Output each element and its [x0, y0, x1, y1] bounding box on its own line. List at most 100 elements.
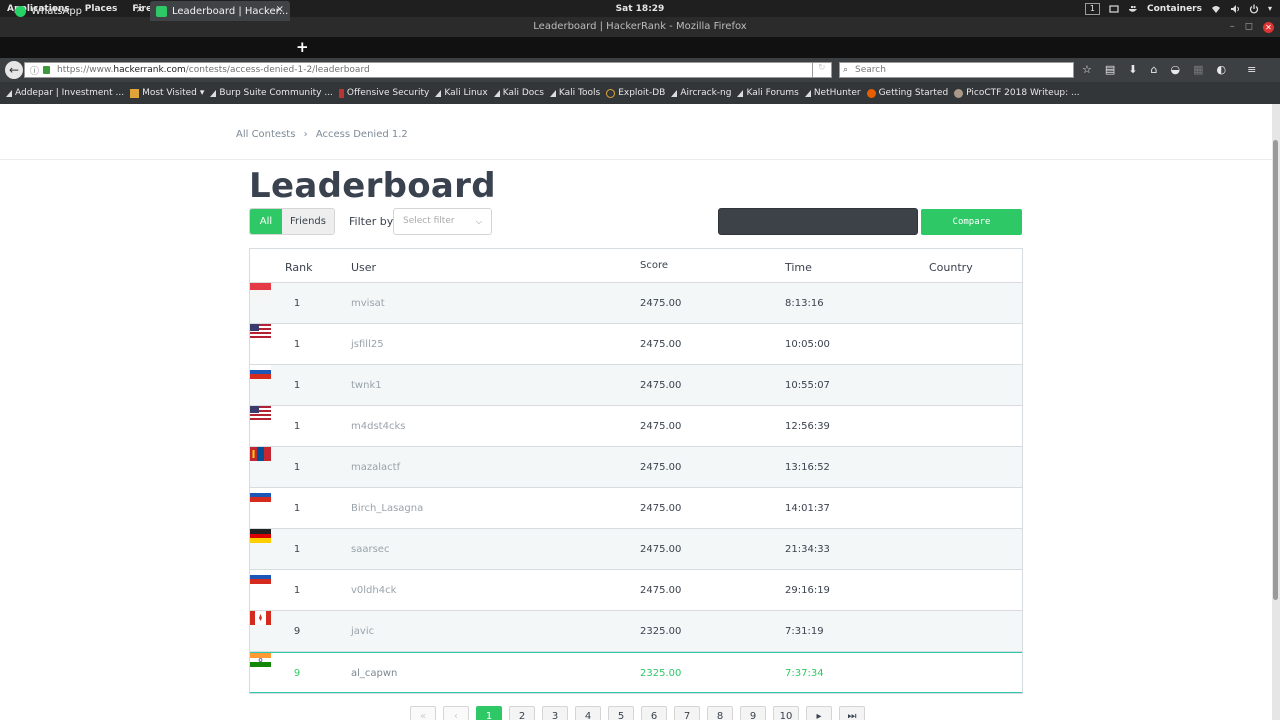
- maximize-icon[interactable]: ◻: [1245, 21, 1253, 33]
- volume-icon[interactable]: [1230, 4, 1240, 14]
- close-window-icon[interactable]: ✕: [1263, 21, 1274, 33]
- prev-page-button[interactable]: ‹: [443, 706, 469, 720]
- username-link[interactable]: saarsec: [351, 544, 389, 555]
- bookmark-nethunter[interactable]: NetHunter: [804, 88, 861, 98]
- bookmark-kali-forums[interactable]: Kali Forums: [737, 88, 799, 98]
- column-user[interactable]: User: [351, 261, 376, 274]
- compare-button[interactable]: Compare: [921, 209, 1022, 235]
- breadcrumb-all-contests[interactable]: All Contests: [236, 129, 295, 140]
- first-page-button[interactable]: «: [410, 706, 436, 720]
- page-button[interactable]: 8: [707, 706, 733, 720]
- table-row[interactable]: 1 Birch_Lasagna 2475.00 14:01:37: [250, 488, 1022, 529]
- close-tab-icon[interactable]: ×: [276, 4, 284, 15]
- minimize-icon[interactable]: –: [1230, 21, 1235, 33]
- info-icon[interactable]: ⓘ: [30, 65, 39, 79]
- system-clock[interactable]: Sat 18:29: [616, 4, 665, 14]
- bookmark-label: Most Visited: [142, 88, 197, 98]
- page-button[interactable]: 2: [509, 706, 535, 720]
- power-icon[interactable]: [1249, 4, 1259, 14]
- username-link[interactable]: al_capwn: [351, 668, 397, 679]
- page-button[interactable]: 1: [476, 706, 502, 720]
- page-button[interactable]: 5: [608, 706, 634, 720]
- username-link[interactable]: javic: [351, 626, 374, 637]
- bookmark-star-icon[interactable]: ☆: [1082, 62, 1092, 78]
- leaderboard-table: Rank User Score Time Country 1 mvisat 2475…: [249, 248, 1023, 694]
- lock-icon[interactable]: [43, 66, 50, 74]
- bookmark-kali-docs[interactable]: Kali Docs: [493, 88, 544, 98]
- compare-user-input[interactable]: [718, 208, 918, 235]
- username-link[interactable]: jsfill25: [351, 339, 384, 350]
- back-button[interactable]: ←: [5, 61, 23, 79]
- username-link[interactable]: v0ldh4ck: [351, 585, 396, 596]
- hamburger-menu-icon[interactable]: ≡: [1247, 62, 1256, 78]
- bookmark-offsec[interactable]: Offensive Security: [338, 88, 430, 98]
- last-page-button[interactable]: ⏭: [839, 706, 865, 720]
- page-button[interactable]: 7: [674, 706, 700, 720]
- page-button[interactable]: 10: [773, 706, 799, 720]
- page-button[interactable]: 6: [641, 706, 667, 720]
- table-row[interactable]: 1 jsfill25 2475.00 10:05:00: [250, 324, 1022, 365]
- table-row[interactable]: 9 javic 2325.00 7:31:19: [250, 611, 1022, 652]
- search-bar[interactable]: ⌕ Search: [839, 62, 1074, 78]
- downloads-icon[interactable]: ⬇: [1128, 62, 1137, 78]
- username-link[interactable]: Birch_Lasagna: [351, 503, 423, 514]
- username-link[interactable]: mazalactf: [351, 462, 400, 473]
- close-tab-icon[interactable]: ×: [136, 4, 144, 15]
- workspace-indicator[interactable]: 1: [1084, 2, 1101, 15]
- new-tab-button[interactable]: +: [296, 39, 309, 55]
- bookmark-aircrack[interactable]: Aircrack-ng: [671, 88, 731, 98]
- filter-all-button[interactable]: All: [250, 209, 282, 234]
- table-row[interactable]: 9 al_capwn 2325.00 7:37:34: [250, 652, 1022, 693]
- screen-icon[interactable]: [1109, 4, 1119, 14]
- filter-friends-button[interactable]: Friends: [282, 209, 334, 234]
- mongolia-flag-icon: [250, 447, 271, 461]
- containers-menu[interactable]: Containers: [1147, 4, 1202, 14]
- bookmark-picoctf[interactable]: PicoCTF 2018 Writeup: ...: [954, 88, 1080, 98]
- username-link[interactable]: twnk1: [351, 380, 382, 391]
- sync-icon[interactable]: ◐: [1217, 62, 1227, 78]
- username-link[interactable]: m4dst4cks: [351, 421, 405, 432]
- bookmark-kali-tools[interactable]: Kali Tools: [549, 88, 600, 98]
- table-row[interactable]: 1 m4dst4cks 2475.00 12:56:39: [250, 406, 1022, 447]
- bookmark-most-visited[interactable]: Most Visited ▾: [130, 88, 204, 98]
- home-icon[interactable]: ⌂: [1151, 62, 1158, 78]
- search-placeholder: Search: [855, 65, 886, 75]
- bookmark-exploit-db[interactable]: Exploit-DB: [606, 88, 665, 98]
- breadcrumb-current[interactable]: Access Denied 1.2: [316, 129, 408, 140]
- column-country[interactable]: Country: [929, 261, 973, 274]
- table-row[interactable]: 1 twnk1 2475.00 10:55:07: [250, 365, 1022, 406]
- chevron-down-icon: ⌵: [475, 217, 482, 226]
- column-time[interactable]: Time: [785, 261, 812, 274]
- folder-icon: [130, 88, 140, 98]
- page-button[interactable]: 4: [575, 706, 601, 720]
- table-row[interactable]: 1 mvisat 2475.00 8:13:16: [250, 283, 1022, 324]
- bookmark-burp[interactable]: Burp Suite Community ...: [210, 88, 333, 98]
- table-row[interactable]: 1 mazalactf 2475.00 13:16:52: [250, 447, 1022, 488]
- bookmark-label: Aircrack-ng: [680, 88, 732, 98]
- bookmark-label: Offensive Security: [346, 88, 430, 98]
- filter-select[interactable]: Select filter ⌵: [393, 208, 492, 235]
- column-score[interactable]: Score: [640, 260, 668, 271]
- username-link[interactable]: mvisat: [351, 298, 385, 309]
- search-icon: ⌕: [843, 65, 849, 75]
- reload-icon[interactable]: ↻: [818, 63, 826, 73]
- reading-list-icon[interactable]: ▤: [1105, 62, 1115, 78]
- tab-leaderboard[interactable]: Leaderboard | Hacker... ×: [150, 1, 290, 21]
- wifi-icon[interactable]: [1211, 4, 1221, 14]
- column-rank[interactable]: Rank: [285, 261, 312, 274]
- bookmark-addepar[interactable]: Addepar | Investment ...: [6, 88, 124, 98]
- table-row[interactable]: 1 saarsec 2475.00 21:34:33: [250, 529, 1022, 570]
- url-bar[interactable]: ⓘ https://www.hackerrank.com/contests/ac…: [24, 62, 832, 78]
- scrollbar-thumb[interactable]: [1273, 140, 1278, 600]
- bookmark-getting-started[interactable]: Getting Started: [866, 88, 948, 98]
- page-button[interactable]: 3: [542, 706, 568, 720]
- bookmark-kali-linux[interactable]: Kali Linux: [435, 88, 488, 98]
- tab-whatsapp[interactable]: WhatsApp ×: [0, 1, 150, 21]
- page-button[interactable]: 9: [740, 706, 766, 720]
- extension-icon[interactable]: ▦: [1193, 62, 1203, 78]
- next-page-button[interactable]: ▸: [806, 706, 832, 720]
- chevron-down-icon[interactable]: ▾: [1268, 4, 1272, 13]
- pocket-icon[interactable]: ◒: [1170, 62, 1180, 78]
- table-row[interactable]: 1 v0ldh4ck 2475.00 29:16:19: [250, 570, 1022, 611]
- docker-icon[interactable]: [1128, 4, 1138, 14]
